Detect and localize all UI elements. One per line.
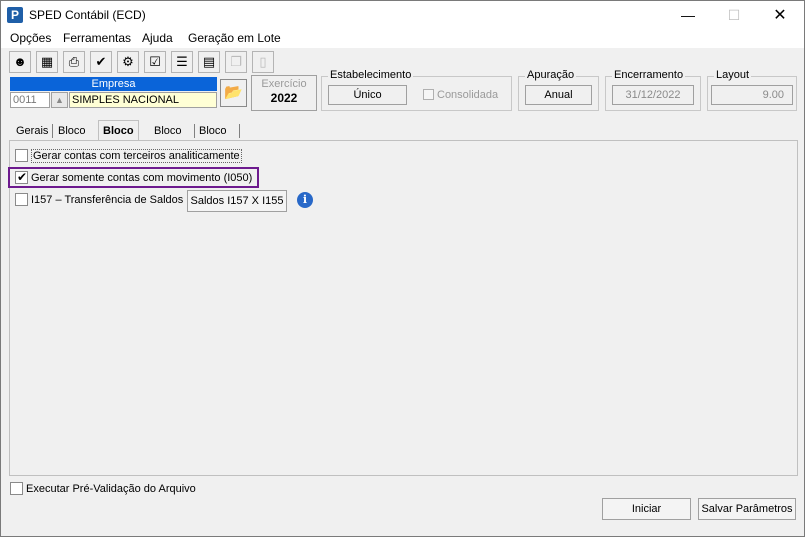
window-title: SPED Contábil (ECD) [29,8,146,22]
opt-somente-movimento-label: Gerar somente contas com movimento (I050… [31,172,253,184]
estabelecimento-value[interactable]: Único [328,85,407,105]
estabelecimento-label: Estabelecimento [328,69,414,81]
menu-opcoes[interactable]: Opções [10,31,51,45]
tab-separator [239,124,240,138]
apuracao-value[interactable]: Anual [525,85,592,105]
open-folder-icon[interactable]: 📂 [220,79,247,107]
validate-icon[interactable]: ☑ [144,51,166,73]
close-button[interactable]: ✕ [757,1,803,30]
estabelecimento-group: Estabelecimento Único Consolidada [321,69,512,111]
menu-ferramentas[interactable]: Ferramentas [63,31,131,45]
app-icon: P [7,7,23,23]
opt-i157-transferencia[interactable]: I157 – Transferência de Saldos [15,193,183,207]
user-gold-icon[interactable]: ☻ [9,51,31,73]
apuracao-label: Apuração [525,69,577,81]
opt-somente-movimento[interactable]: Gerar somente contas com movimento (I050… [15,170,253,185]
menu-geracao-em-lote[interactable]: Geração em Lote [188,31,281,45]
layout-value[interactable]: 9.00 [711,85,793,105]
empresa-name-field[interactable]: SIMPLES NACIONAL [69,92,217,108]
opt-contas-terceiros-label: Gerar contas com terceiros analiticament… [31,149,242,163]
tab-bloco-j[interactable]: Bloco J [150,122,186,155]
prevalidacao-option[interactable]: Executar Pré-Validação do Arquivo [10,482,196,496]
consolidada-checkbox[interactable] [423,89,434,100]
layout-label: Layout [714,69,752,81]
bloco-i-panel [9,140,798,476]
apuracao-group: Apuração Anual [518,69,599,111]
salvar-parametros-button[interactable]: Salvar Parâmetros [698,498,796,520]
exercicio-label: Exercício [261,78,307,90]
tab-bloco-i[interactable]: Bloco I [98,120,139,157]
empresa-code-field[interactable]: 0011 [10,92,50,108]
blocks-icon[interactable]: ▦ [36,51,58,73]
title-bar: P SPED Contábil (ECD) — ☐ ✕ [1,1,804,30]
opt-contas-terceiros-checkbox[interactable] [15,149,28,162]
prevalidacao-checkbox[interactable] [10,482,23,495]
list-icon[interactable]: ☰ [171,51,193,73]
exercicio-value: 2022 [270,91,298,105]
tab-bloco-k[interactable]: Bloco K [195,122,231,155]
saldos-i157-button[interactable]: Saldos I157 X I155 [187,190,287,212]
consolidada-label: Consolidada [437,89,499,101]
iniciar-button[interactable]: Iniciar [602,498,691,520]
consolidada-option[interactable]: Consolidada [423,89,498,101]
copy-icon[interactable]: ❐ [225,51,247,73]
tab-separator [52,124,53,138]
layout-group: Layout 9.00 [707,69,797,111]
prevalidacao-label: Executar Pré-Validação do Arquivo [26,483,196,495]
encerramento-value[interactable]: 31/12/2022 [612,85,694,105]
print-icon[interactable]: ⎙ [63,51,85,73]
menu-ajuda[interactable]: Ajuda [142,31,173,45]
tab-gerais[interactable]: Gerais [12,122,52,140]
maximize-button[interactable]: ☐ [711,1,757,30]
document-icon[interactable]: ▤ [198,51,220,73]
empresa-header: Empresa [10,77,217,91]
check-icon[interactable]: ✔ [90,51,112,73]
page-disabled-icon[interactable]: ▯ [252,51,274,73]
opt-i157-label: I157 – Transferência de Saldos [31,194,184,206]
empresa-spin-button[interactable]: ▲ [51,92,68,108]
main-window: P SPED Contábil (ECD) — ☐ ✕ Opções Ferra… [0,0,805,537]
info-icon[interactable]: i [297,192,313,208]
tab-bloco-0[interactable]: Bloco 0 [54,122,90,155]
encerramento-label: Encerramento [612,69,686,81]
exercicio-box[interactable]: Exercício 2022 [251,75,317,111]
opt-somente-movimento-checkbox[interactable] [15,170,28,184]
encerramento-group: Encerramento 31/12/2022 [605,69,701,111]
minimize-button[interactable]: — [665,1,711,30]
opt-contas-terceiros[interactable]: Gerar contas com terceiros analiticament… [15,149,242,163]
opt-i157-checkbox[interactable] [15,193,28,206]
gear-run-icon[interactable]: ⚙ [117,51,139,73]
menu-bar: Opções Ferramentas Ajuda Geração em Lote [1,30,804,48]
